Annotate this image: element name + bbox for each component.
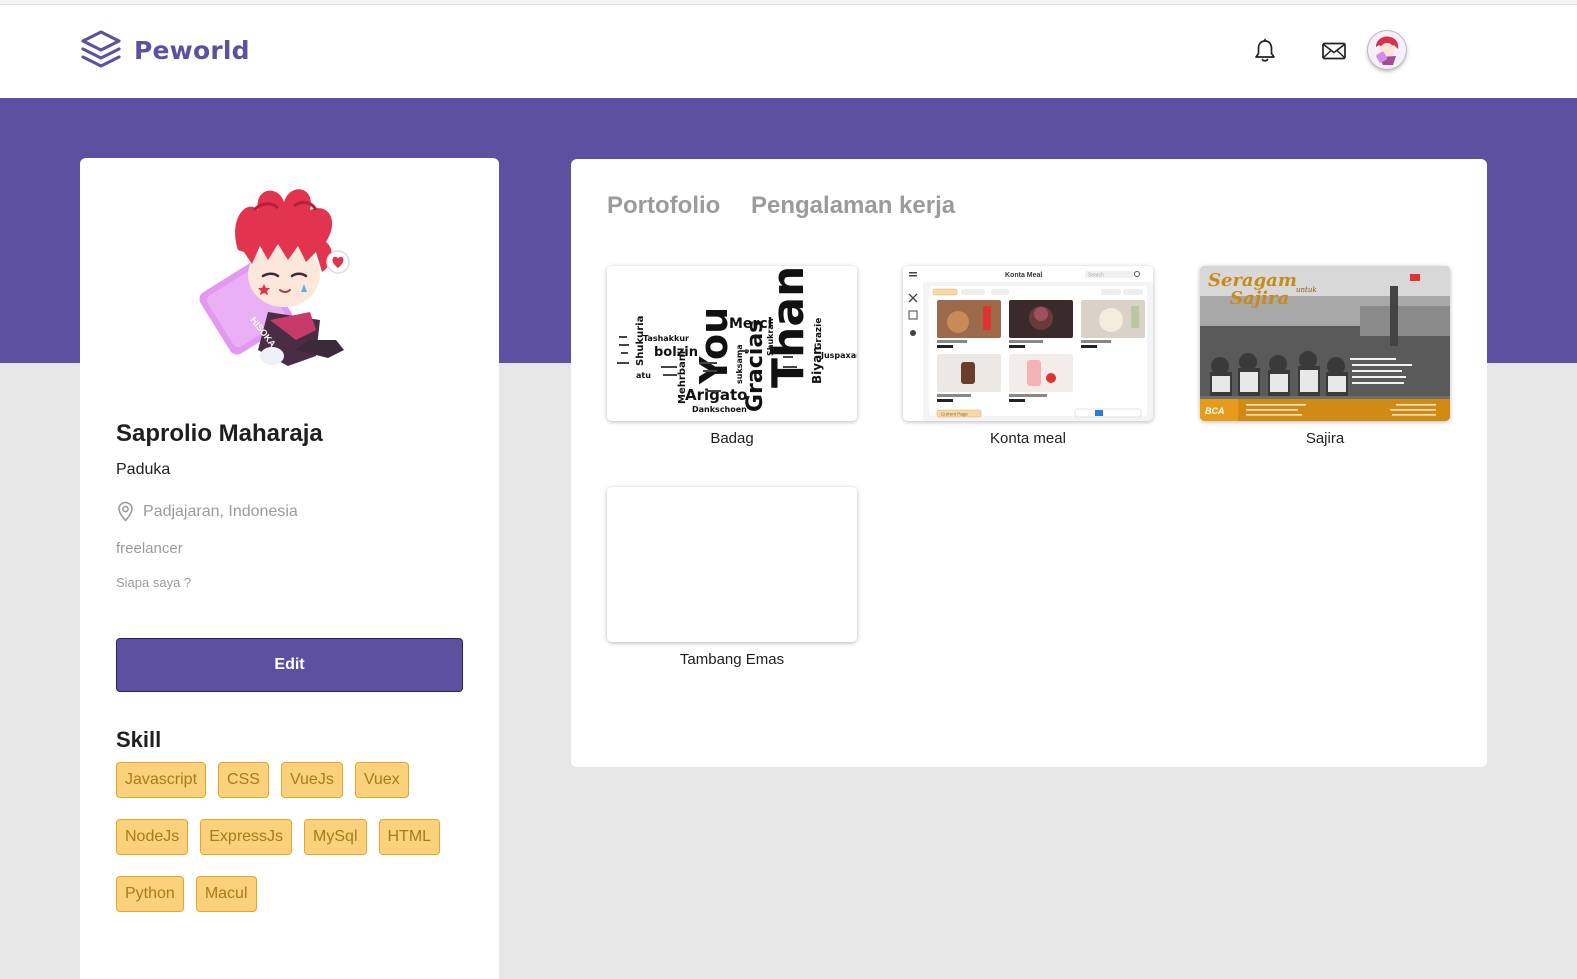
portfolio-item-sajira[interactable]: Seragam Sajira untuk BCA Sajira [1200, 266, 1450, 447]
word-cloud-word: Shukran [766, 318, 775, 356]
brand-name: Peworld [134, 35, 250, 65]
mockup-search: Search [1088, 273, 1104, 279]
profile-job-type: freelancer [116, 540, 183, 557]
portfolio-item-badag[interactable]: Thank You Gracias Merci Arigato bolzin S… [607, 266, 857, 447]
word-cloud-word: bolzin [654, 345, 698, 360]
skill-tag[interactable]: ExpressJs [200, 819, 293, 855]
portfolio-item-konta-meal[interactable]: Konta Meal Search Current Page Konta mea… [903, 266, 1153, 447]
poster-bank: BCA [1205, 406, 1225, 416]
portfolio-title: Badag [710, 430, 754, 447]
portfolio-card: Portofolio Pengalaman kerja Thank You Gr… [571, 159, 1487, 767]
map-pin-icon [116, 501, 135, 522]
profile-picture: HISOKA [198, 180, 378, 380]
skill-tag[interactable]: VueJs [280, 762, 343, 798]
skill-row: Javascript CSS VueJs Vuex [116, 762, 409, 798]
navbar: Peworld [0, 5, 1577, 98]
word-cloud-word: atu [636, 371, 651, 380]
mockup-button: Current Page [941, 412, 968, 417]
profile-about: Siapa saya ? [116, 575, 192, 590]
word-cloud-word: Tashakkur [643, 334, 689, 343]
word-cloud-word: Mehrbani [677, 351, 688, 404]
portfolio-thumbnail [607, 487, 857, 642]
profile-name: Saprolio Maharaja [116, 420, 323, 447]
skill-title: Skill [116, 727, 162, 752]
skill-tag[interactable]: HTML [378, 819, 441, 855]
portfolio-thumbnail: Konta Meal Search Current Page [903, 266, 1153, 421]
skill-tag[interactable]: Python [116, 876, 184, 912]
portfolio-title: Tambang Emas [679, 651, 785, 668]
layers-logo-icon [80, 29, 122, 71]
skill-tag[interactable]: NodeJs [116, 819, 189, 855]
tab-portofolio[interactable]: Portofolio [607, 192, 720, 220]
tab-pengalaman-kerja[interactable]: Pengalaman kerja [751, 192, 955, 220]
skill-tag[interactable]: Macul [195, 876, 257, 912]
portfolio-thumbnail: Thank You Gracias Merci Arigato bolzin S… [607, 266, 857, 421]
logo[interactable]: Peworld [80, 29, 250, 71]
edit-button[interactable]: Edit [116, 638, 463, 692]
word-cloud-word: Dankschoen [692, 405, 747, 414]
mail-icon[interactable] [1321, 38, 1347, 64]
location-text: Padjajaran, Indonesia [143, 502, 298, 520]
poster-title: Sajira [1230, 288, 1289, 309]
skill-tag[interactable]: MySql [304, 819, 367, 855]
portfolio-title: Sajira [1305, 430, 1345, 447]
portfolio-thumbnail: Seragam Sajira untuk BCA [1200, 266, 1450, 421]
skill-tag[interactable]: Vuex [354, 762, 409, 798]
profile-role: Paduka [116, 461, 171, 478]
profile-card: HISOKA Saprolio Maharaja Paduka Padjajar… [80, 158, 499, 979]
user-avatar[interactable] [1368, 31, 1406, 69]
skill-tag[interactable]: CSS [218, 762, 269, 798]
profile-location: Padjajaran, Indonesia [116, 501, 298, 522]
mockup-header: Konta Meal [1005, 272, 1042, 279]
bell-icon[interactable] [1252, 38, 1278, 64]
skill-row: Python Macul [116, 876, 257, 912]
portfolio-item-tambang-emas[interactable]: Tambang Emas [607, 487, 857, 668]
poster-script: untuk [1296, 286, 1317, 294]
word-cloud-word: Juspaxar [820, 351, 857, 360]
word-cloud-word: Grazie [814, 318, 824, 350]
skill-row: NodeJs ExpressJs MySql HTML [116, 819, 441, 855]
portfolio-title: Konta meal [990, 430, 1066, 447]
word-cloud-word: Arigato [685, 386, 747, 404]
skill-tag[interactable]: Javascript [116, 762, 207, 798]
